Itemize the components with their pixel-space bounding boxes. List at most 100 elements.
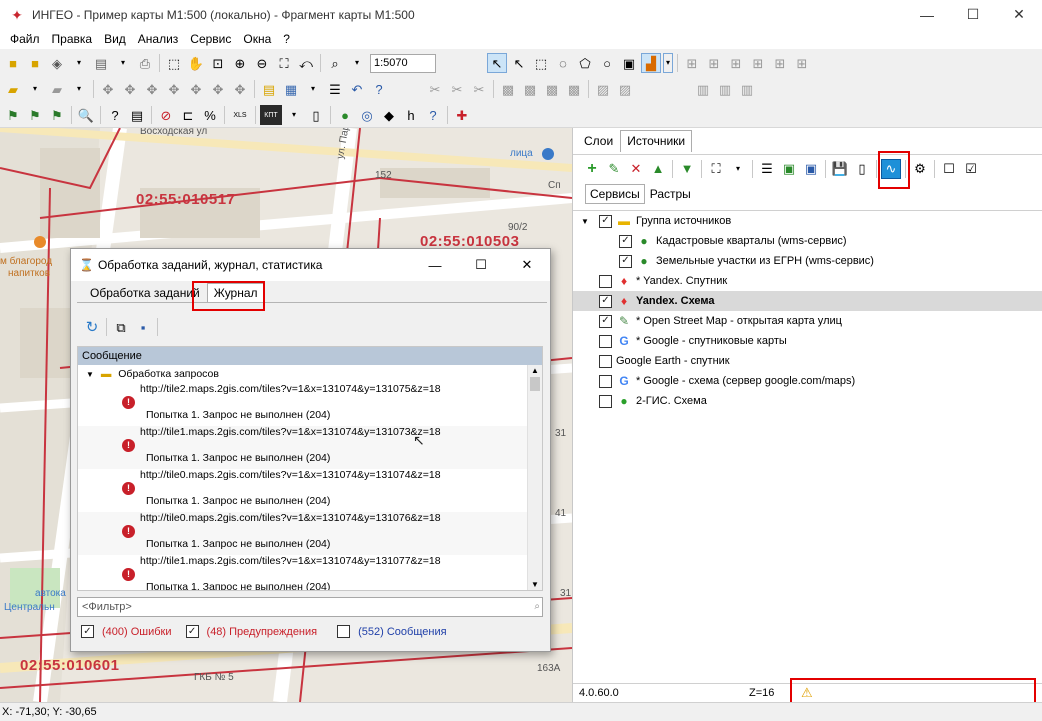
zoom-in-icon[interactable]: ⊕ (230, 53, 250, 73)
maximize-button[interactable]: ☐ (950, 0, 996, 29)
select-polygon-icon[interactable]: ⬠ (575, 53, 595, 73)
zoom-out-icon[interactable]: ⊖ (252, 53, 272, 73)
gear-icon[interactable]: ⚙ (910, 159, 930, 179)
zoom-window-icon[interactable]: ⊡ (208, 53, 228, 73)
grid-tool-icon[interactable]: ⊞ (682, 53, 702, 73)
scale-input[interactable] (370, 53, 436, 73)
journal-entry[interactable]: http://tile1.maps.2gis.com/tiles?v=1&x=1… (78, 426, 542, 469)
save-icon[interactable]: 💾 (830, 159, 850, 179)
select-lasso-icon[interactable]: ◌ (553, 53, 573, 73)
zoom-extent-icon[interactable]: ⛶ (274, 53, 294, 73)
report-icon[interactable]: ▤ (127, 105, 147, 125)
query-icon[interactable]: ? (105, 105, 125, 125)
table-icon[interactable]: ▦ (281, 79, 301, 99)
source-checkbox[interactable] (599, 354, 612, 368)
menu-help[interactable]: ? (277, 29, 296, 49)
check-all-icon[interactable]: ☑ (961, 159, 981, 179)
refresh-icon[interactable]: ↻ (82, 317, 102, 337)
edit-node-icon[interactable]: ✥ (208, 79, 228, 99)
menu-view[interactable]: Вид (98, 29, 132, 49)
vertical-scrollbar[interactable]: ▲ ▼ (527, 365, 542, 590)
dropdown-arrow-icon[interactable]: ▾ (25, 79, 45, 99)
dropdown-arrow-icon[interactable]: ▾ (69, 53, 89, 73)
edit-node-icon[interactable]: ✥ (120, 79, 140, 99)
flag-icon[interactable]: ⚑ (3, 105, 23, 125)
filter-checkbox[interactable] (337, 625, 351, 638)
select-arrow-plus-icon[interactable]: ↖ (509, 53, 529, 73)
minimize-button[interactable]: — (904, 0, 950, 29)
source-tree-row[interactable]: ♦ * Yandex. Спутник (573, 271, 1042, 291)
menu-file[interactable]: Файл (4, 29, 46, 49)
tab-rasters[interactable]: Растры (645, 184, 696, 204)
help-icon[interactable]: ? (423, 105, 443, 125)
open-map-icon[interactable]: ■ (25, 53, 45, 73)
gray-tool-icon[interactable]: ✂ (447, 79, 467, 99)
uncheck-all-icon[interactable]: ☐ (939, 159, 959, 179)
zoom-rect-icon[interactable]: ⬚ (164, 53, 184, 73)
grid-tool-icon[interactable]: ⊞ (748, 53, 768, 73)
flag-icon[interactable]: ⚑ (47, 105, 67, 125)
new-object-icon[interactable]: ▰ (3, 79, 23, 99)
source-checkbox[interactable]: ✓ (599, 214, 612, 228)
navigation-icon[interactable]: ◆ (379, 105, 399, 125)
image-icon[interactable]: ▣ (779, 159, 799, 179)
filter-input[interactable]: <Фильтр> (77, 597, 543, 617)
tab-layers[interactable]: Слои (577, 130, 620, 152)
plus-red-icon[interactable]: ✚ (452, 105, 472, 125)
tab-services[interactable]: Сервисы (585, 184, 645, 204)
scroll-up-icon[interactable]: ▲ (528, 365, 542, 377)
xls-export-icon[interactable]: XLS (229, 105, 251, 125)
journal-entry[interactable]: http://tile0.maps.2gis.com/tiles?v=1&x=1… (78, 512, 542, 555)
edit-node-icon[interactable]: ✥ (186, 79, 206, 99)
select-circle-icon[interactable]: ○ (597, 53, 617, 73)
filter-checkbox[interactable]: ✓ (185, 625, 199, 638)
no-entry-icon[interactable]: ⊘ (156, 105, 176, 125)
dropdown-arrow-icon[interactable]: ▾ (69, 79, 89, 99)
source-checkbox[interactable] (599, 374, 612, 388)
grid-tool-icon[interactable]: ⊞ (792, 53, 812, 73)
print-icon[interactable]: ⎙ (135, 53, 155, 73)
journal-entry[interactable]: http://tile0.maps.2gis.com/tiles?v=1&x=1… (78, 469, 542, 512)
edit-node-icon[interactable]: ✥ (142, 79, 162, 99)
filter-option[interactable]: ✓ (400) Ошибки (81, 625, 172, 638)
source-tree-row[interactable]: ✓ ♦ Yandex. Схема (573, 291, 1042, 311)
source-checkbox[interactable] (599, 394, 612, 408)
document-icon[interactable]: ▯ (306, 105, 326, 125)
copy-object-icon[interactable]: ▰ (47, 79, 67, 99)
filter-option[interactable]: (552) Сообщения (337, 625, 447, 638)
journal-entry[interactable]: http://tile1.maps.2gis.com/tiles?v=1&x=1… (78, 555, 542, 590)
dropdown-arrow-icon[interactable]: ▾ (303, 79, 323, 99)
source-checkbox[interactable] (599, 334, 612, 348)
source-tree-row[interactable]: ✓ ● Земельные участки из ЕГРН (wms-сервис) (573, 251, 1042, 271)
location-icon[interactable]: ◎ (357, 105, 377, 125)
dialog-minimize-button[interactable]: — (412, 249, 458, 281)
pan-hand-icon[interactable]: ✋ (186, 53, 206, 73)
menu-analysis[interactable]: Анализ (132, 29, 185, 49)
menu-service[interactable]: Сервис (184, 29, 237, 49)
undo-icon[interactable]: ↶ (347, 79, 367, 99)
source-tree-row[interactable]: ✓ ● Кадастровые кварталы (wms-сервис) (573, 231, 1042, 251)
scroll-down-icon[interactable]: ▼ (528, 579, 542, 590)
source-checkbox[interactable]: ✓ (599, 294, 612, 308)
grid-tool-icon[interactable]: ⊞ (704, 53, 724, 73)
tab-sources[interactable]: Источники (620, 130, 693, 152)
gray-tool-icon[interactable]: ▩ (498, 79, 518, 99)
add-icon[interactable]: + (582, 159, 602, 179)
kpt-import-icon[interactable]: КПТ (260, 105, 282, 125)
source-checkbox[interactable] (599, 274, 612, 288)
zoom-previous-icon[interactable]: ⤺ (296, 53, 316, 73)
select-rect-icon[interactable]: ⬚ (531, 53, 551, 73)
source-tree-row[interactable]: G * Google - схема (сервер google.com/map… (573, 371, 1042, 391)
save-icon[interactable]: ▪ (133, 317, 153, 337)
gray-tool-icon[interactable]: ▥ (715, 79, 735, 99)
percent-icon[interactable]: % (200, 105, 220, 125)
select-arrow-icon[interactable]: ↖ (487, 53, 507, 73)
column-header-message[interactable]: Сообщение (78, 347, 542, 365)
attribute-icon[interactable]: ▤ (259, 79, 279, 99)
dialog-close-button[interactable]: ✕ (504, 249, 550, 281)
print-preview-icon[interactable]: ▤ (91, 53, 111, 73)
help-pointer-icon[interactable]: ? (369, 79, 389, 99)
gray-tool-icon[interactable]: ▥ (693, 79, 713, 99)
source-tree-row[interactable]: ✓ ✎ * Open Street Map - открытая карта ули… (573, 311, 1042, 331)
scale-icon[interactable]: ⌕ (325, 53, 345, 73)
